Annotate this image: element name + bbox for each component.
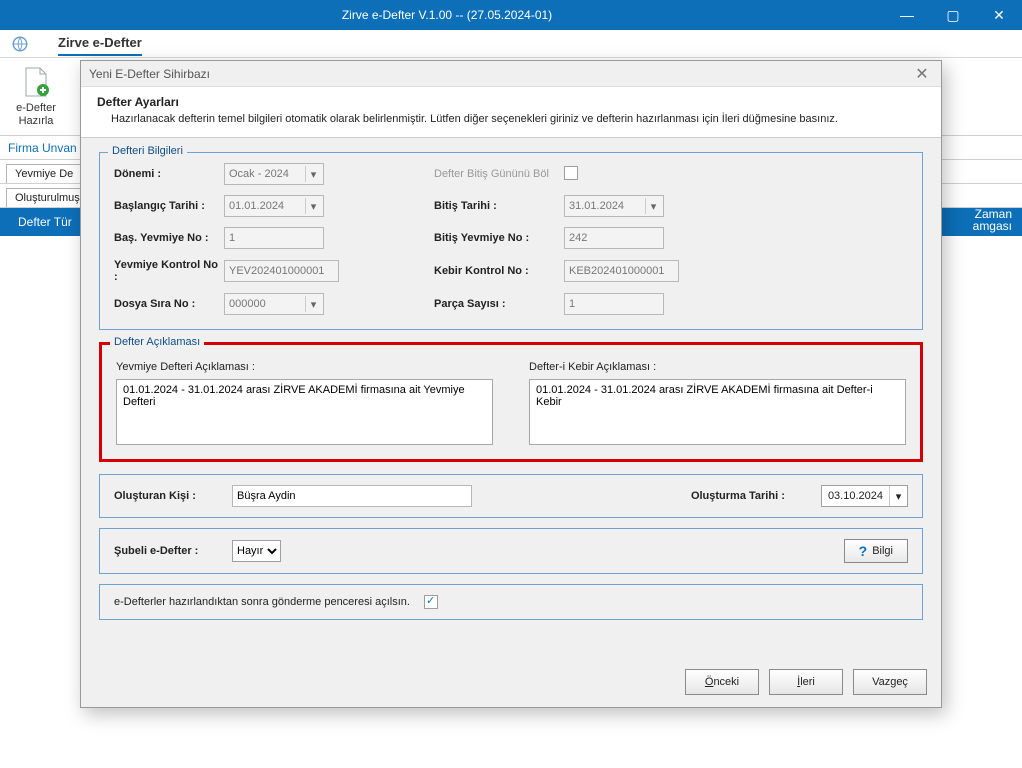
- onceki-suffix: nceki: [713, 676, 739, 688]
- chevron-down-icon: ▾: [889, 486, 907, 506]
- cmd-label-line1: e-Defter: [16, 102, 56, 114]
- sendafter-label: e-Defterler hazırlandıktan sonra gönderm…: [114, 596, 410, 608]
- dosyano-select[interactable]: 000000 ▾: [224, 293, 324, 315]
- subeli-group: Şubeli e-Defter : Hayır ? Bilgi: [99, 528, 923, 574]
- document-add-icon: [21, 66, 51, 100]
- bitisbol-label: Defter Bitiş Gününü Böl: [434, 168, 564, 180]
- kebkont-label: Kebir Kontrol No :: [434, 265, 564, 277]
- bitis-label: Bitiş Tarihi :: [434, 200, 564, 212]
- subheader: Zirve e-Defter: [0, 30, 1022, 58]
- baslangic-label: Başlangıç Tarihi :: [114, 200, 224, 212]
- app-title: Zirve e-Defter: [58, 31, 142, 56]
- creator-group: Oluşturan Kişi : Oluşturma Tarihi : 03.1…: [99, 474, 923, 518]
- question-icon: ?: [859, 543, 868, 559]
- kebkont-input: [564, 260, 679, 282]
- bitis-date[interactable]: 31.01.2024 ▾: [564, 195, 664, 217]
- wizard-header-title: Defter Ayarları: [97, 95, 925, 109]
- app-icon: [10, 34, 30, 54]
- basyev-label: Baş. Yevmiye No :: [114, 232, 224, 244]
- firm-label: Firma Unvan: [8, 141, 77, 155]
- defter-tur-label: Defter Tür: [18, 215, 72, 229]
- subeli-label: Şubeli e-Defter :: [114, 545, 222, 557]
- onceki-button[interactable]: Önceki: [685, 669, 759, 695]
- yev-acik-textarea[interactable]: 01.01.2024 - 31.01.2024 arası ZİRVE AKAD…: [116, 379, 493, 445]
- olusturan-input[interactable]: [232, 485, 472, 507]
- donemi-label: Dönemi :: [114, 168, 224, 180]
- aciklama-title: Defter Açıklaması: [110, 336, 204, 348]
- vazgec-button[interactable]: Vazgeç: [853, 669, 927, 695]
- subeli-select[interactable]: Hayır: [232, 540, 281, 562]
- close-button[interactable]: ✕: [976, 0, 1022, 30]
- defteri-bilgileri-group: Defteri Bilgileri Dönemi : Ocak - 2024 ▾…: [99, 152, 923, 330]
- cmd-label-line2: Hazırla: [19, 115, 54, 127]
- maximize-button[interactable]: ▢: [930, 0, 976, 30]
- chevron-down-icon: ▾: [305, 198, 321, 214]
- sendafter-checkbox[interactable]: [424, 595, 438, 609]
- chevron-down-icon: ▾: [305, 166, 321, 182]
- bitisyev-label: Bitiş Yevmiye No :: [434, 232, 564, 244]
- parca-input: [564, 293, 664, 315]
- wizard-header: Defter Ayarları Hazırlanacak defterin te…: [81, 87, 941, 138]
- bitisyev-input: [564, 227, 664, 249]
- edefter-hazirla-button[interactable]: e-Defter Hazırla: [6, 62, 66, 132]
- defter-aciklama-group: Defter Açıklaması Yevmiye Defteri Açıkla…: [99, 342, 923, 462]
- parca-label: Parça Sayısı :: [434, 298, 564, 310]
- defteri-bilgileri-title: Defteri Bilgileri: [108, 145, 187, 157]
- wizard-titlebar: Yeni E-Defter Sihirbazı ✕: [81, 61, 941, 87]
- tab-yevmiye[interactable]: Yevmiye De: [6, 164, 82, 183]
- donemi-select[interactable]: Ocak - 2024 ▾: [224, 163, 324, 185]
- chevron-down-icon: ▾: [645, 198, 661, 214]
- basyev-input: [224, 227, 324, 249]
- bitisbol-checkbox[interactable]: [564, 166, 578, 180]
- title-bar: Zirve e-Defter V.1.00 -- (27.05.2024-01)…: [0, 0, 1022, 30]
- yevkont-label: Yevmiye Kontrol No :: [114, 259, 224, 283]
- aciklama-grid: Yevmiye Defteri Açıklaması : Defter-i Ke…: [116, 361, 906, 445]
- fields-grid: Dönemi : Ocak - 2024 ▾ Defter Bitiş Günü…: [114, 163, 908, 315]
- zaman-damgasi-badge: Zaman amgası: [963, 208, 1022, 236]
- keb-acik-label: Defter-i Kebir Açıklaması :: [529, 361, 906, 373]
- tab-olusturulmus[interactable]: Oluşturulmuş: [6, 188, 89, 207]
- ileri-button[interactable]: İleri: [769, 669, 843, 695]
- bilgi-button[interactable]: ? Bilgi: [844, 539, 908, 563]
- yevkont-input: [224, 260, 339, 282]
- wizard-body: Defteri Bilgileri Dönemi : Ocak - 2024 ▾…: [81, 138, 941, 657]
- title-text: Zirve e-Defter V.1.00 -- (27.05.2024-01): [10, 8, 884, 22]
- minimize-button[interactable]: —: [884, 0, 930, 30]
- wizard-dialog: Yeni E-Defter Sihirbazı ✕ Defter Ayarlar…: [80, 60, 942, 708]
- yev-acik-label: Yevmiye Defteri Açıklaması :: [116, 361, 493, 373]
- dosyano-label: Dosya Sıra No :: [114, 298, 224, 310]
- ileri-suffix: leri: [800, 676, 815, 688]
- olusturma-tarihi-field[interactable]: 03.10.2024 ▾: [821, 485, 908, 507]
- olusturan-label: Oluşturan Kişi :: [114, 490, 222, 502]
- sendafter-group: e-Defterler hazırlandıktan sonra gönderm…: [99, 584, 923, 620]
- wizard-header-desc: Hazırlanacak defterin temel bilgileri ot…: [97, 113, 925, 125]
- wizard-title-text: Yeni E-Defter Sihirbazı: [89, 67, 911, 81]
- olusturma-tarihi-label: Oluşturma Tarihi :: [691, 490, 811, 502]
- baslangic-date[interactable]: 01.01.2024 ▾: [224, 195, 324, 217]
- keb-acik-textarea[interactable]: 01.01.2024 - 31.01.2024 arası ZİRVE AKAD…: [529, 379, 906, 445]
- chevron-down-icon: ▾: [305, 296, 321, 312]
- wizard-close-button[interactable]: ✕: [911, 63, 933, 85]
- wizard-footer: Önceki İleri Vazgeç: [81, 657, 941, 707]
